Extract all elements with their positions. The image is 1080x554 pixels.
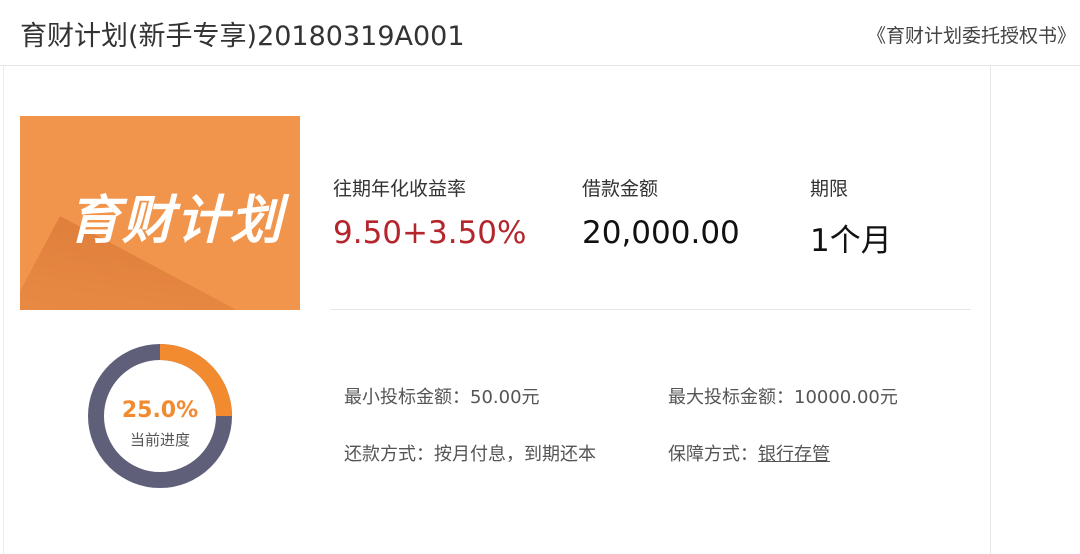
progress-ring: 25.0% 当前进度 xyxy=(85,330,235,506)
max-invest-value: 10000.00元 xyxy=(794,387,898,408)
term-label: 期限 xyxy=(810,178,849,200)
guarantee-method: 保障方式：银行存管 xyxy=(668,440,830,466)
rate-label: 往期年化收益率 xyxy=(333,178,467,200)
min-invest-value: 50.00元 xyxy=(470,387,540,408)
stat-amount: 借款金额 20,000.00 xyxy=(582,174,740,251)
term-value: 1个月 xyxy=(810,223,892,259)
guarantee-label: 保障方式： xyxy=(668,444,758,465)
loan-detail-page: 育财计划(新手专享)20180319A001 《育财计划委托授权书》 育财计划 … xyxy=(0,0,1080,554)
min-invest: 最小投标金额：50.00元 xyxy=(344,383,540,409)
left-divider xyxy=(3,66,4,554)
banner-text: 育财计划 xyxy=(68,191,285,251)
stat-term: 期限 1个月 xyxy=(810,174,892,260)
repayment-value: 按月付息，到期还本 xyxy=(434,444,596,465)
agreement-link[interactable]: 《育财计划委托授权书》 xyxy=(867,21,1076,48)
guarantee-link[interactable]: 银行存管 xyxy=(758,444,830,465)
right-divider xyxy=(990,66,991,554)
max-invest: 最大投标金额：10000.00元 xyxy=(668,383,898,409)
amount-value: 20,000.00 xyxy=(582,215,740,251)
amount-label: 借款金额 xyxy=(582,178,659,200)
stat-rate: 往期年化收益率 9.50+3.50% xyxy=(333,174,526,251)
repayment-label: 还款方式： xyxy=(344,444,434,465)
progress-label: 当前进度 xyxy=(129,431,190,449)
min-invest-label: 最小投标金额： xyxy=(344,387,470,408)
page-header: 育财计划(新手专享)20180319A001 《育财计划委托授权书》 xyxy=(0,0,1080,66)
page-title: 育财计划(新手专享)20180319A001 xyxy=(20,21,465,52)
product-banner: 育财计划 xyxy=(20,116,300,310)
stats-divider xyxy=(331,309,971,310)
progress-percent: 25.0% xyxy=(121,398,199,423)
repayment-method: 还款方式：按月付息，到期还本 xyxy=(344,440,596,466)
max-invest-label: 最大投标金额： xyxy=(668,387,794,408)
rate-value: 9.50+3.50% xyxy=(333,215,527,251)
